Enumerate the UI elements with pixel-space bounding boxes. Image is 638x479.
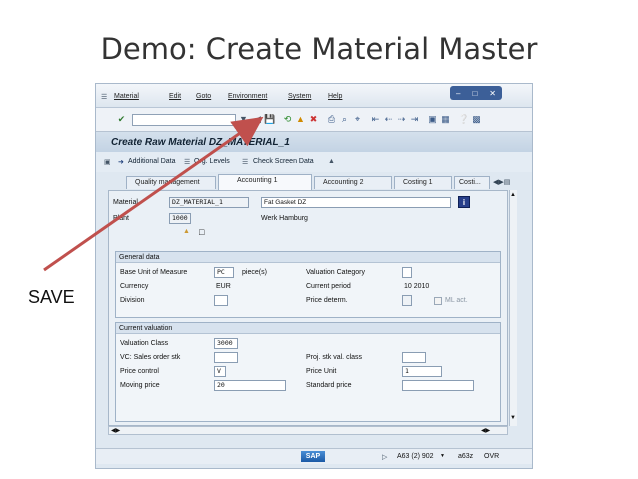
save-annotation-arrow — [43, 116, 264, 272]
slide: Demo: Create Material Master SAVE ☰ Mate… — [0, 0, 638, 479]
